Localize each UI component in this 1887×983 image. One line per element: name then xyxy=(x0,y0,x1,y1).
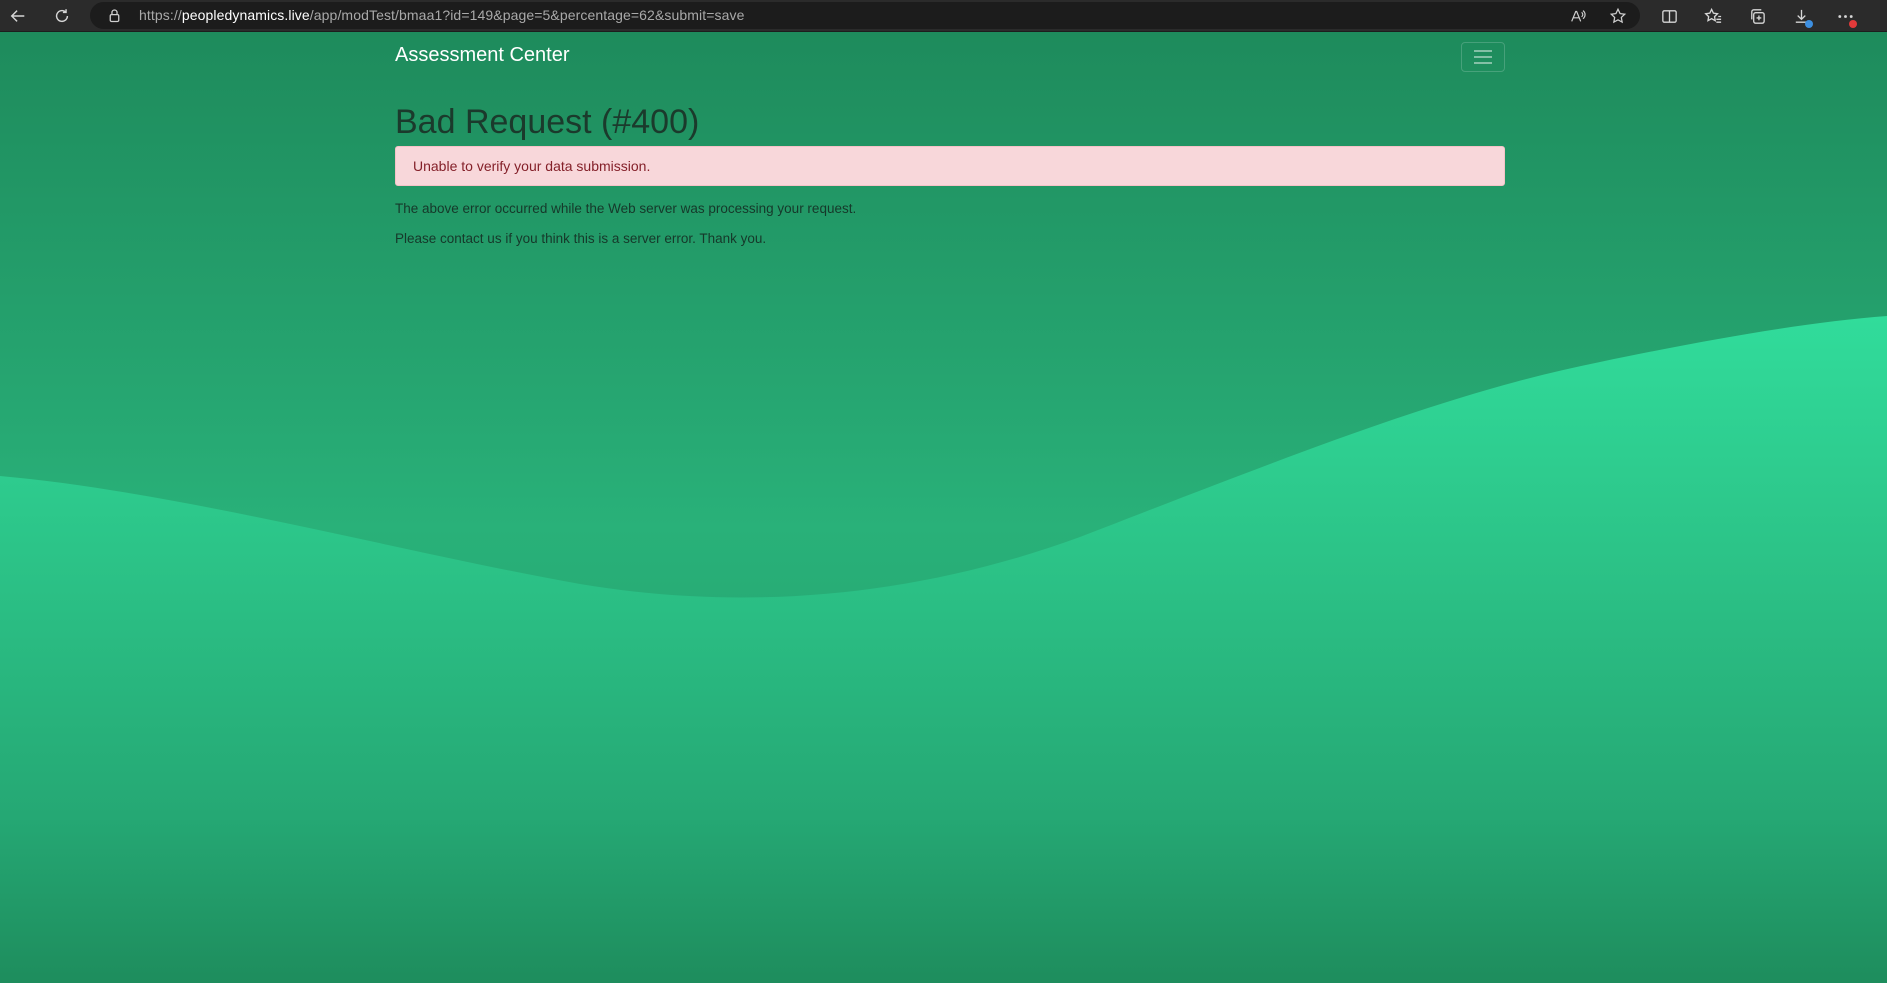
navbar-toggle-button[interactable] xyxy=(1461,42,1505,72)
error-description: The above error occurred while the Web s… xyxy=(395,201,857,216)
browser-toolbar: https://peopledynamics.live/app/modTest/… xyxy=(0,0,1887,32)
split-screen-icon[interactable] xyxy=(1657,4,1681,28)
more-icon[interactable] xyxy=(1833,4,1857,28)
error-content: Bad Request (#400) Unable to verify your… xyxy=(395,102,1505,246)
favorite-star-icon[interactable] xyxy=(1608,6,1628,26)
brand-link[interactable]: Assessment Center xyxy=(395,44,570,67)
hamburger-icon xyxy=(1474,50,1492,64)
back-arrow-icon[interactable] xyxy=(5,3,31,29)
url-path: /app/modTest/bmaa1?id=149&page=5&percent… xyxy=(309,7,745,23)
contact-message: Please contact us if you think this is a… xyxy=(395,231,767,246)
favorites-icon[interactable] xyxy=(1701,4,1725,28)
address-bar[interactable]: https://peopledynamics.live/app/modTest/… xyxy=(90,2,1640,29)
page-title: Bad Request (#400) xyxy=(395,103,700,141)
url-text[interactable]: https://peopledynamics.live/app/modTest/… xyxy=(139,7,744,23)
top-navbar: Assessment Center xyxy=(395,32,1505,86)
lock-icon[interactable] xyxy=(106,7,123,24)
error-alert: Unable to verify your data submission. xyxy=(395,146,1505,186)
url-host: peopledynamics.live xyxy=(181,7,310,23)
collections-icon[interactable] xyxy=(1745,4,1769,28)
downloads-badge xyxy=(1805,20,1813,28)
reload-icon[interactable] xyxy=(49,3,75,29)
page-body: Assessment Center Bad Request (#400) Una… xyxy=(0,32,1887,983)
read-aloud-icon[interactable] xyxy=(1568,6,1588,26)
notification-badge xyxy=(1849,20,1857,28)
url-prefix: https:// xyxy=(139,7,182,23)
downloads-icon[interactable] xyxy=(1789,4,1813,28)
